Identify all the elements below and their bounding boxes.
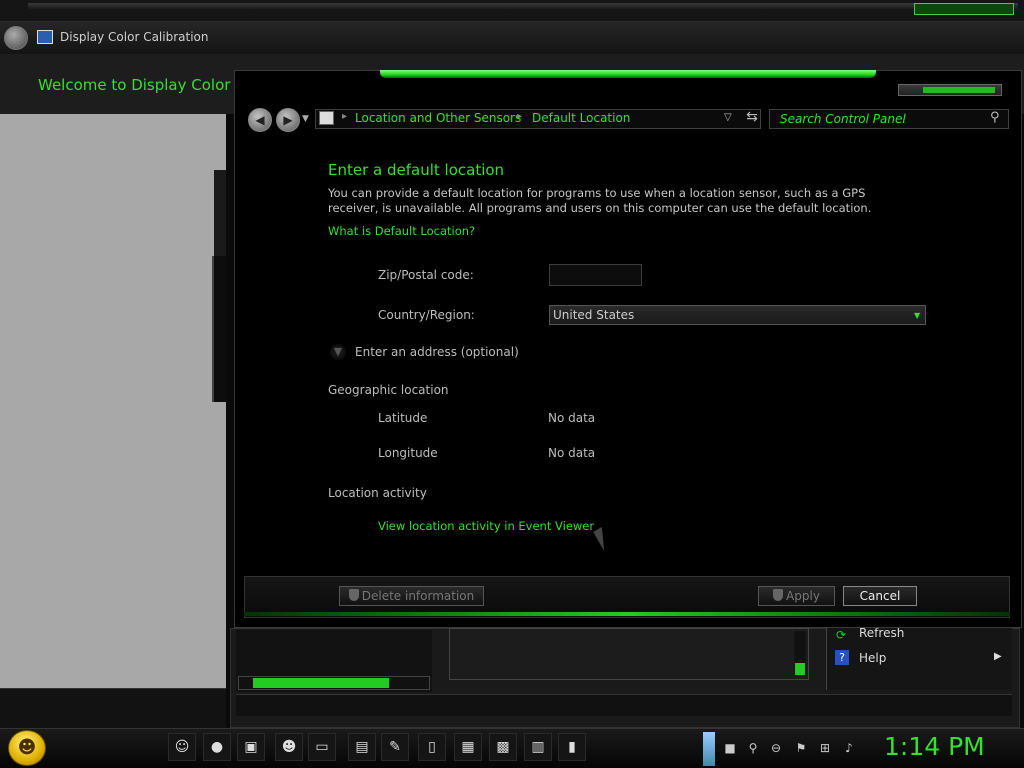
action-center-flag-icon[interactable]: ⚑ — [793, 740, 809, 756]
cancel-button[interactable]: Cancel — [843, 586, 917, 606]
network-icon[interactable]: ⊞ — [817, 740, 833, 756]
window-controls[interactable] — [898, 84, 1002, 96]
breadcrumb-default-location[interactable]: Default Location — [532, 111, 630, 125]
location-activity-heading: Location activity — [328, 486, 427, 500]
delete-information-button[interactable]: Delete information — [339, 586, 484, 606]
folder-icon[interactable]: ▣ — [237, 733, 265, 761]
shield-icon — [773, 589, 784, 601]
back-button[interactable]: ◀ — [248, 108, 272, 132]
shield-icon — [348, 589, 359, 601]
search-input[interactable]: Search Control Panel — [769, 109, 1009, 129]
zip-field[interactable] — [549, 264, 642, 286]
footer-glow — [244, 612, 1010, 616]
submenu-arrow-icon: ▶ — [994, 651, 1002, 662]
breadcrumb-separator-icon[interactable]: ▸ — [517, 111, 522, 122]
breadcrumb-separator-icon[interactable]: ▸ — [342, 111, 347, 122]
country-select[interactable]: United States — [549, 305, 926, 325]
latitude-label: Latitude — [378, 411, 428, 425]
terminal-icon[interactable]: ▭ — [308, 733, 336, 761]
longitude-label: Longitude — [378, 446, 438, 460]
messenger-icon[interactable]: ☻ — [275, 733, 303, 761]
smiley-icon[interactable]: ☺ — [168, 733, 196, 761]
enter-address-toggle[interactable]: Enter an address (optional) — [355, 345, 519, 359]
geographic-location-heading: Geographic location — [328, 383, 449, 397]
calibration-body — [0, 114, 226, 688]
background-list-pane — [449, 628, 809, 680]
page-title: Enter a default location — [328, 161, 505, 179]
breadcrumb-location-sensors[interactable]: Location and Other Sensors — [355, 111, 521, 125]
event-viewer-link[interactable]: View location activity in Event Viewer — [378, 519, 594, 533]
recent-pages-dropdown[interactable]: ▼ — [302, 114, 309, 124]
longitude-value: No data — [548, 446, 596, 460]
apply-button[interactable]: Apply — [758, 586, 835, 606]
address-dropdown-icon[interactable]: ▽ — [724, 112, 732, 123]
tray-expander[interactable] — [703, 732, 715, 766]
chevron-down-icon[interactable]: ▼ — [914, 311, 920, 320]
zip-label: Zip/Postal code: — [378, 268, 474, 282]
start-button[interactable]: ☻ — [8, 730, 46, 766]
calibration-welcome: Welcome to Display Color Calibration — [38, 76, 234, 94]
magnifier-icon[interactable]: ⚲ — [745, 740, 761, 756]
clock[interactable]: 1:14 PM — [884, 732, 985, 761]
delete-label: Delete information — [361, 589, 475, 603]
paint-icon[interactable]: ✎ — [381, 733, 409, 761]
default-location-window — [234, 70, 1022, 628]
calibration-title: Display Color Calibration — [60, 30, 209, 44]
forward-button[interactable]: ▶ — [276, 108, 300, 132]
refresh-icon: ⟳ — [836, 628, 847, 642]
volume-icon[interactable]: ♪ — [841, 740, 857, 756]
remote-desktop-icon[interactable]: ▥ — [524, 733, 552, 761]
monitor-icon — [37, 30, 53, 44]
refresh-icon[interactable]: ⇆ — [742, 109, 762, 129]
page-description: You can provide a default location for p… — [328, 186, 872, 215]
control-panel-icon — [319, 111, 334, 125]
document-icon[interactable]: ▤ — [348, 733, 376, 761]
menu-item-help[interactable]: Help — [859, 651, 886, 665]
calibration-back-button[interactable] — [4, 26, 28, 50]
help-icon: ? — [835, 650, 849, 665]
window-glow-bar — [380, 70, 876, 78]
latitude-value: No data — [548, 411, 596, 425]
search-icon[interactable]: ⚲ — [990, 110, 1000, 125]
firefox-icon[interactable]: ● — [203, 733, 231, 761]
document-viewer-icon[interactable]: ▮ — [558, 733, 586, 761]
calibration-bottom — [0, 688, 226, 728]
refresh-label: Refresh — [859, 626, 905, 640]
help-link[interactable]: What is Default Location? — [328, 224, 475, 238]
country-label: Country/Region: — [378, 308, 475, 322]
horizontal-scrollbar[interactable] — [238, 676, 430, 690]
file-icon[interactable]: ▯ — [418, 733, 446, 761]
explorer-icon[interactable]: ▦ — [454, 733, 482, 761]
green-square-icon[interactable]: ■ — [722, 740, 738, 756]
top-strip — [0, 0, 1024, 22]
control-panel-icon[interactable]: ▩ — [489, 733, 517, 761]
expand-icon[interactable]: ▼ — [330, 344, 346, 360]
status-icon[interactable]: ⊖ — [768, 740, 784, 756]
apply-label: Apply — [786, 589, 820, 603]
background-status-bar — [236, 694, 1012, 716]
